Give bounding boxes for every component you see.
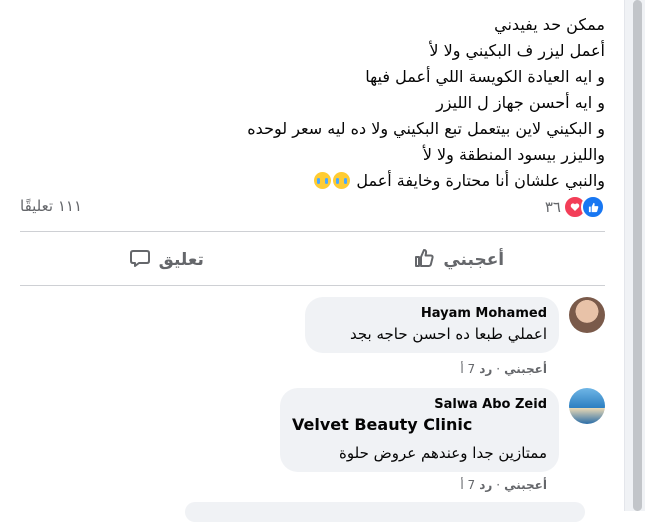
comment-author[interactable]: Salwa Abo Zeid [292,396,547,414]
post-line: أعمل ليزر ف البكيني ولا لأ [429,41,605,60]
thumbs-up-icon [581,195,605,219]
speech-bubble-icon [129,247,151,274]
post-line: و البكيني لاين بيتعمل تبع البكيني ولا ده… [247,119,605,138]
comment-reply-link[interactable]: رد [479,362,492,376]
divider [20,231,605,232]
post-line-last: والنبي علشان أنا محتارة وخايفة أعمل [25,168,605,194]
avatar[interactable] [569,297,605,333]
like-button[interactable]: أعجبني [313,238,606,282]
reactions-summary[interactable]: ٣٦ [545,195,605,219]
crying-face-icon [333,172,351,189]
comment-meta: أعجبني · رد 7 أ [460,478,547,492]
reactions-count[interactable]: ٣٦ [545,198,561,216]
separator-dot: · [496,362,501,376]
comment-item: Salwa Abo Zeid Velvet Beauty Clinic ممتا… [260,388,605,498]
comments-count[interactable]: ١١١ تعليقًا [20,197,82,215]
post-line: والنبي علشان أنا محتارة وخايفة أعمل [356,171,605,190]
comment-bubble-partial [185,502,585,522]
comment-bubble: Hayam Mohamed اعملي طبعا ده احسن حاجه بج… [305,297,559,353]
comment-reply-link[interactable]: رد [479,478,492,492]
comment-text: اعملي طبعا ده احسن حاجه بجد [349,325,547,343]
separator-dot: · [496,478,501,492]
comment-like-link[interactable]: أعجبني [504,478,547,492]
crying-face-icon [314,172,332,189]
comment-button[interactable]: تعليق [20,238,313,282]
comment-timestamp[interactable]: 7 أ [460,362,475,376]
thumbs-up-icon [413,247,435,274]
comment-item: Hayam Mohamed اعملي طبعا ده احسن حاجه بج… [285,297,605,379]
post-actions: تعليق أعجبني [20,238,605,282]
comment-like-link[interactable]: أعجبني [504,362,547,376]
comment-text: ممتازين جدا وعندهم عروض حلوة [339,444,547,462]
scrollbar-thumb[interactable] [633,0,642,511]
comment-meta: أعجبني · رد 7 أ [460,362,547,376]
comment-author[interactable]: Hayam Mohamed [317,305,547,323]
divider [20,285,605,286]
post-body: ممكن حد يفيدني أعمل ليزر ف البكيني ولا ل… [25,12,605,194]
comment-link-title[interactable]: Velvet Beauty Clinic [292,414,547,436]
post-stats: ٣٦ ١١١ تعليقًا [20,195,605,221]
scrollbar-track[interactable] [624,0,645,511]
post-line: ممكن حد يفيدني [494,15,605,34]
like-label: أعجبني [443,250,505,270]
post-line: والليزر بيسود المنطقة ولا لأ [422,145,605,164]
comment-label: تعليق [158,250,204,270]
post-line: و ايه أحسن جهاز ل الليزر [436,93,605,112]
post-line: و ايه العيادة الكويسة اللي أعمل فيها [365,67,605,86]
comment-bubble: Salwa Abo Zeid Velvet Beauty Clinic ممتا… [280,388,559,472]
avatar[interactable] [569,388,605,424]
comment-timestamp[interactable]: 7 أ [460,478,475,492]
